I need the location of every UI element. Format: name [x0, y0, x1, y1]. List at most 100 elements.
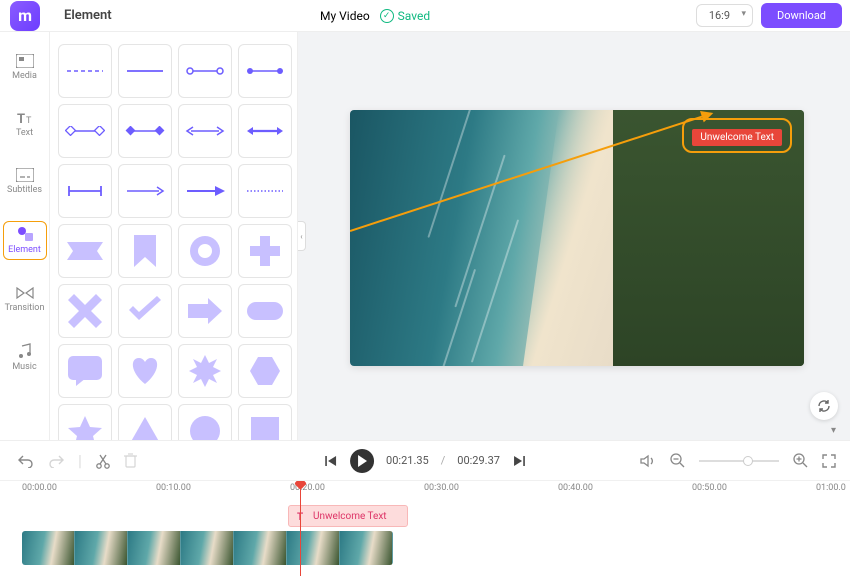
shape-triangle[interactable]: [118, 404, 172, 440]
undo-icon[interactable]: [18, 454, 34, 468]
ruler-tick: 00:30.00: [424, 483, 459, 493]
shape-block-arrow[interactable]: [178, 284, 232, 338]
timeline[interactable]: 00:00.00 00:10.00 00:20.00 00:30.00 00:4…: [0, 480, 850, 576]
playback-center: 00:21.35 / 00:29.37: [324, 449, 526, 473]
music-icon: [17, 343, 33, 359]
shape-solid-line[interactable]: [118, 44, 172, 98]
shape-speech-bubble[interactable]: [58, 344, 112, 398]
shape-line-filled-diamonds[interactable]: [118, 104, 172, 158]
split-icon[interactable]: [96, 453, 110, 469]
aspect-ratio-select[interactable]: 16:9: [696, 4, 753, 27]
next-frame-icon[interactable]: [512, 454, 526, 468]
download-button[interactable]: Download: [761, 3, 842, 28]
volume-icon[interactable]: [640, 454, 656, 468]
zoom-thumb[interactable]: [743, 456, 753, 466]
shape-pill[interactable]: [238, 284, 292, 338]
redo-icon[interactable]: [48, 454, 64, 468]
shape-circle[interactable]: [178, 404, 232, 440]
sidebar-item-transition[interactable]: Transition: [3, 282, 47, 317]
canvas-area: ‹ Unwelcome Text ▾: [298, 32, 850, 440]
clip-thumb: [22, 531, 75, 565]
preview-graphic: [471, 219, 519, 362]
shape-ribbon[interactable]: [58, 224, 112, 278]
text-clip-label: Unwelcome Text: [313, 511, 387, 522]
clip-thumb: [181, 531, 234, 565]
ruler-tick: 01:00.0: [816, 483, 846, 493]
clip-thumb: [128, 531, 181, 565]
editor-tools: |: [0, 451, 137, 470]
shape-cross[interactable]: [58, 284, 112, 338]
subtitles-icon: [16, 168, 34, 182]
shape-heart[interactable]: [118, 344, 172, 398]
fit-icon[interactable]: [822, 454, 836, 468]
delete-icon[interactable]: [124, 453, 137, 468]
media-icon: [16, 54, 34, 68]
text-icon: TT: [16, 111, 34, 125]
left-sidebar: Media TT Text Subtitles Element Transiti…: [0, 32, 50, 440]
shape-arrow-right-thin[interactable]: [118, 164, 172, 218]
play-button[interactable]: [350, 449, 374, 473]
shape-dashed-line[interactable]: [58, 44, 112, 98]
shape-bookmark[interactable]: [118, 224, 172, 278]
shape-burst[interactable]: [178, 344, 232, 398]
shape-double-arrow[interactable]: [178, 104, 232, 158]
overlay-text: Unwelcome Text: [692, 129, 782, 146]
sidebar-item-label: Text: [16, 128, 33, 138]
shape-ring[interactable]: [178, 224, 232, 278]
sidebar-item-label: Subtitles: [7, 185, 42, 195]
shape-star[interactable]: [58, 404, 112, 440]
sidebar-item-label: Element: [8, 245, 41, 255]
shape-line-filled-dots[interactable]: [238, 44, 292, 98]
zoom-slider[interactable]: [699, 460, 779, 462]
clip-thumb: [340, 531, 393, 565]
view-tools: [640, 453, 836, 468]
panel-collapse-toggle[interactable]: ‹: [298, 221, 306, 251]
shape-line-open-diamonds[interactable]: [58, 104, 112, 158]
sidebar-item-subtitles[interactable]: Subtitles: [3, 164, 47, 199]
current-time: 00:21.35: [386, 454, 429, 467]
preview-graphic: [427, 110, 472, 238]
playback-controls: | 00:21.35 / 00:29.37: [0, 440, 850, 480]
sidebar-item-media[interactable]: Media: [3, 50, 47, 85]
zoom-in-icon[interactable]: [793, 453, 808, 468]
shape-hexagon[interactable]: [238, 344, 292, 398]
shape-arrow-right-filled[interactable]: [178, 164, 232, 218]
shape-plus[interactable]: [238, 224, 292, 278]
sidebar-item-text[interactable]: TT Text: [3, 107, 47, 142]
saved-label: Saved: [398, 9, 430, 23]
sidebar-item-music[interactable]: Music: [3, 339, 47, 376]
elements-grid: [58, 44, 289, 440]
total-time: 00:29.37: [457, 454, 500, 467]
refresh-icon: [816, 398, 832, 414]
panel-title: Element: [64, 8, 112, 23]
shape-line-open-dots[interactable]: [178, 44, 232, 98]
video-preview[interactable]: Unwelcome Text: [350, 110, 804, 366]
app-logo[interactable]: m: [10, 1, 40, 31]
shape-dotted-line[interactable]: [238, 164, 292, 218]
topbar-right: 16:9 Download: [696, 3, 842, 28]
zoom-out-icon[interactable]: [670, 453, 685, 468]
overlay-callout[interactable]: Unwelcome Text: [682, 118, 792, 153]
check-icon: ✓: [380, 9, 394, 23]
svg-text:T: T: [17, 112, 25, 125]
video-track[interactable]: [22, 531, 393, 565]
time-separator: /: [441, 454, 446, 467]
clip-thumb: [234, 531, 287, 565]
shape-line-bar-ends[interactable]: [58, 164, 112, 218]
clip-thumb: [287, 531, 340, 565]
shape-check[interactable]: [118, 284, 172, 338]
sidebar-item-element[interactable]: Element: [3, 221, 47, 260]
audio-sync-button[interactable]: [810, 392, 838, 420]
playhead[interactable]: [300, 481, 301, 576]
chevron-down-icon[interactable]: ▾: [831, 425, 836, 436]
text-clip[interactable]: T Unwelcome Text: [288, 505, 408, 527]
element-icon: [16, 226, 34, 242]
timeline-ruler[interactable]: 00:00.00 00:10.00 00:20.00 00:30.00 00:4…: [0, 481, 850, 499]
shape-square[interactable]: [238, 404, 292, 440]
project-name[interactable]: My Video: [320, 9, 370, 23]
ruler-tick: 00:10.00: [156, 483, 191, 493]
ruler-tick: 00:50.00: [692, 483, 727, 493]
svg-text:T: T: [26, 116, 32, 125]
prev-frame-icon[interactable]: [324, 454, 338, 468]
shape-double-arrow-bold[interactable]: [238, 104, 292, 158]
